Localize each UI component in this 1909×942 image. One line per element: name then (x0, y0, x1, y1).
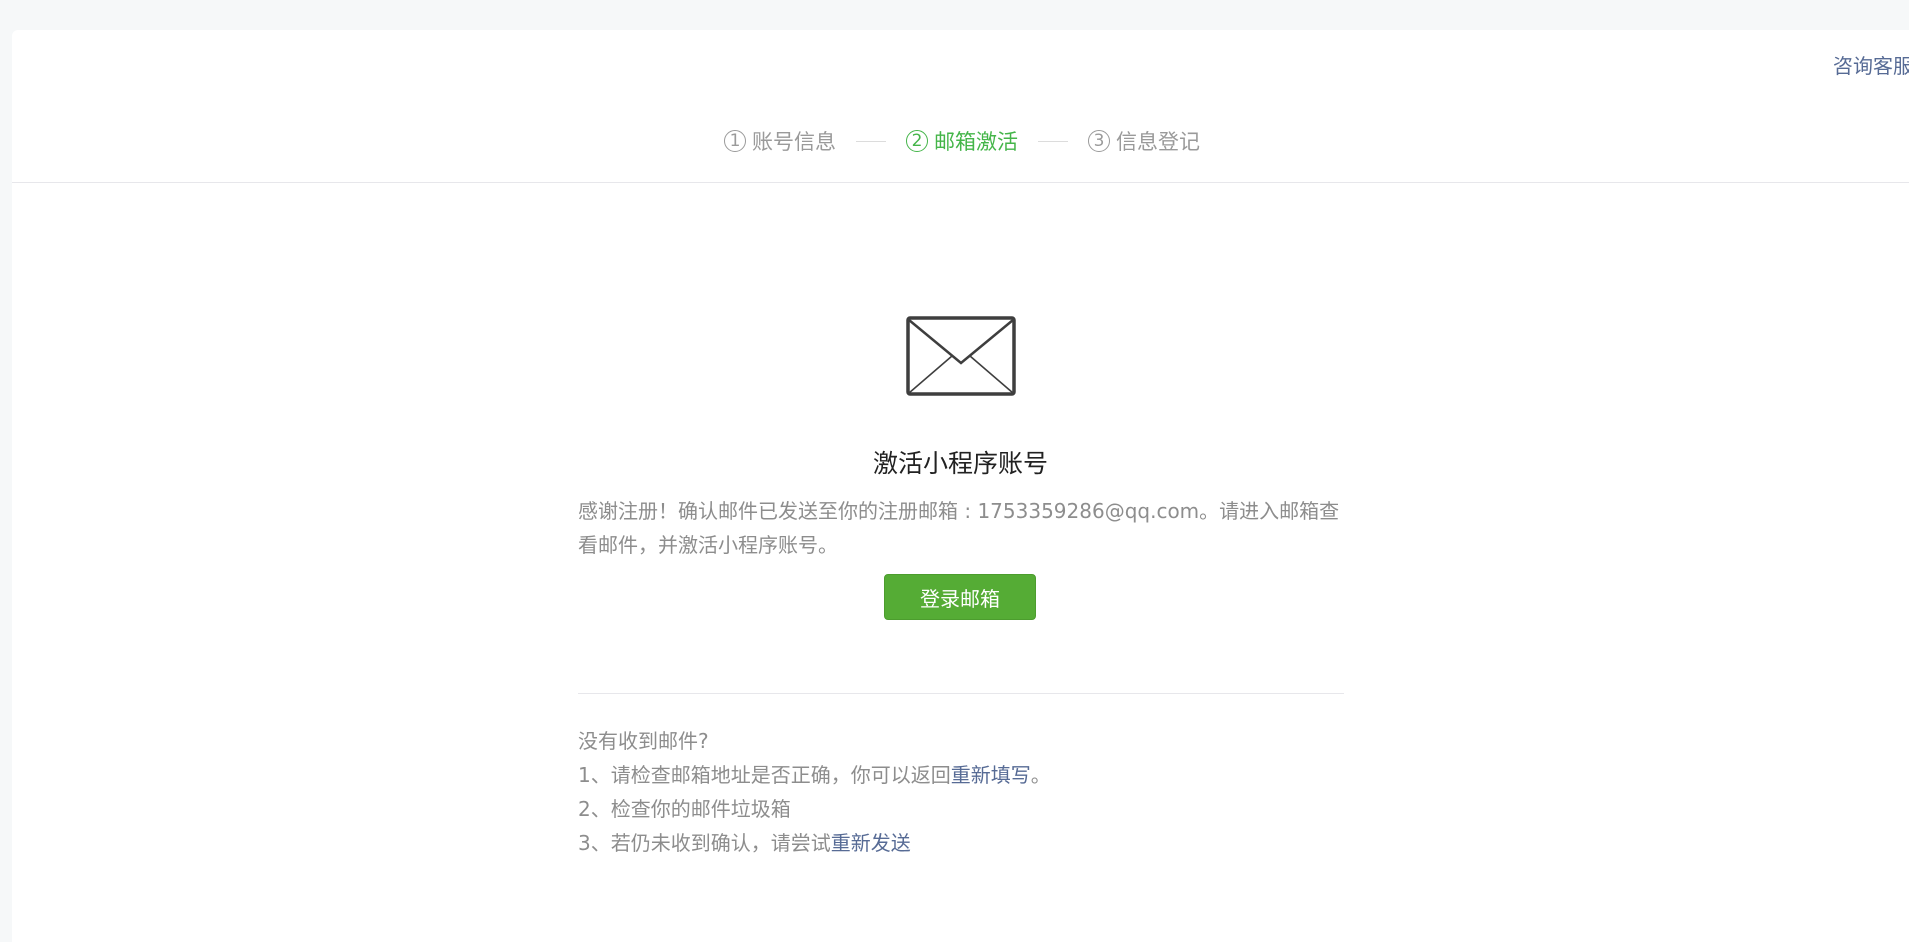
activation-description: 感谢注册！确认邮件已发送至你的注册邮箱 : 1753359286@qq.com。… (578, 499, 1340, 557)
step-separator (856, 140, 886, 142)
refill-link[interactable]: 重新填写 (951, 763, 1031, 787)
help-item-3-text: 3、若仍未收到确认，请尝试 (578, 831, 831, 855)
step-label-email-activation: 邮箱激活 (934, 130, 1018, 154)
step-email-activation: 2 邮箱激活 (906, 126, 1018, 156)
step-number-1: 1 (724, 130, 746, 152)
resend-link[interactable]: 重新发送 (831, 831, 911, 855)
activation-title: 激活小程序账号 (872, 449, 1048, 478)
step-account-info: 1 账号信息 (724, 126, 836, 156)
envelope-icon (906, 316, 1016, 396)
page-header: 咨询客服 1 账号信息 2 邮箱激活 3 信息登记 (12, 30, 1909, 183)
step-label-account-info: 账号信息 (752, 130, 836, 154)
step-number-2: 2 (906, 130, 928, 152)
help-item-1-suffix: 。 (1030, 763, 1051, 787)
step-info-registration: 3 信息登记 (1088, 126, 1200, 156)
section-divider (578, 693, 1344, 694)
step-label-info-registration: 信息登记 (1116, 130, 1200, 154)
step-separator (1038, 140, 1068, 142)
progress-steps: 1 账号信息 2 邮箱激活 3 信息登记 (724, 125, 1200, 157)
no-email-help: 没有收到邮件? 1、请检查邮箱地址是否正确，你可以返回重新填写。 2、检查你的邮… (578, 724, 1378, 860)
login-email-button[interactable]: 登录邮箱 (884, 574, 1036, 620)
help-item-1-text: 1、请检查邮箱地址是否正确，你可以返回 (578, 763, 951, 787)
help-item-3: 3、若仍未收到确认，请尝试重新发送 (578, 826, 1378, 860)
help-heading: 没有收到邮件? (578, 729, 709, 753)
help-item-1: 1、请检查邮箱地址是否正确，你可以返回重新填写。 (578, 758, 1378, 792)
help-item-2: 2、检查你的邮件垃圾箱 (578, 797, 791, 821)
consult-service-link[interactable]: 咨询客服 (1833, 50, 1909, 79)
step-number-3: 3 (1088, 130, 1110, 152)
